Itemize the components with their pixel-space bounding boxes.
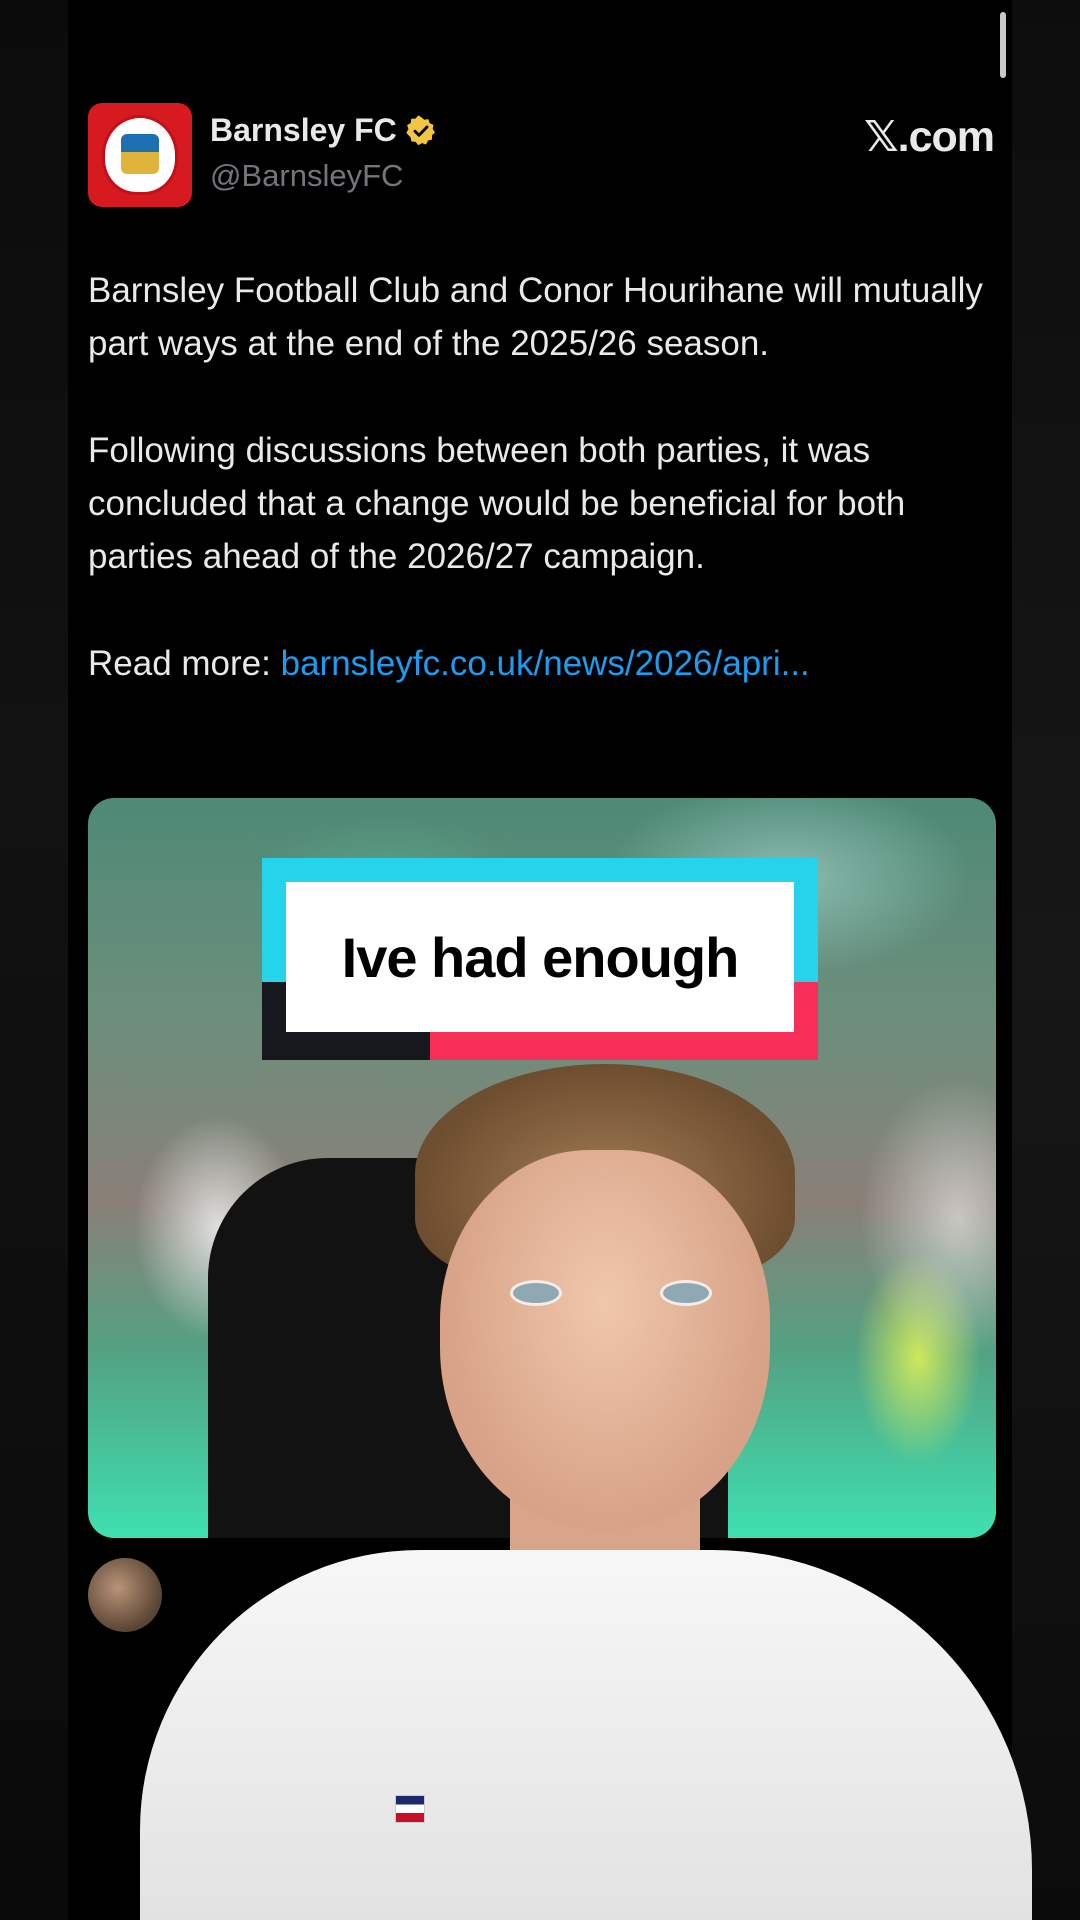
site-suffix: .com (897, 113, 995, 161)
read-more-link[interactable]: barnsleyfc.co.uk/news/2026/apri... (281, 644, 810, 683)
read-more-label: Read more: (88, 644, 271, 683)
handle[interactable]: @BarnsleyFC (210, 158, 403, 194)
club-crest-icon (102, 115, 178, 195)
caption-sticker: Ive had enough (262, 858, 818, 1060)
verified-badge-icon (406, 114, 435, 145)
read-more: Read more: barnsleyfc.co.uk/news/2026/ap… (88, 637, 998, 690)
background-left-blur (0, 0, 68, 1920)
tweet-author[interactable]: Barnsley FC (210, 112, 437, 149)
club-avatar[interactable] (88, 103, 192, 207)
tweet-paragraph-2: Following discussions between both parti… (88, 431, 906, 576)
x-logo-icon[interactable]: 𝕏.com (863, 112, 995, 162)
tweet-body: Barnsley Football Club and Conor Houriha… (88, 264, 998, 744)
presenter-video (140, 1040, 1032, 1920)
caption-text: Ive had enough (341, 925, 740, 989)
display-name[interactable]: Barnsley FC (210, 112, 397, 149)
tweet-paragraph-1: Barnsley Football Club and Conor Houriha… (88, 271, 983, 363)
shirt-logo-icon (395, 1795, 425, 1823)
x-glyph: 𝕏 (863, 112, 899, 162)
scrollbar[interactable] (1000, 12, 1006, 78)
